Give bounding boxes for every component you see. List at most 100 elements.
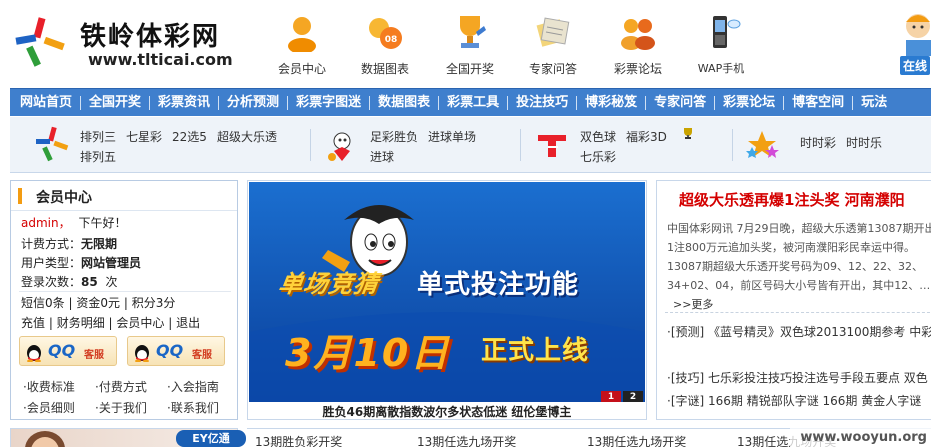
banner-date: 3月10日 <box>285 331 451 375</box>
banner-page-1[interactable]: 1 <box>601 391 621 402</box>
bottom-tab[interactable]: 13期胜负彩开奖 <box>255 433 342 447</box>
bottom-ad-badge: EY亿通 <box>176 430 246 447</box>
divider <box>665 312 931 313</box>
member-stat[interactable]: 短信0条 <box>21 296 65 310</box>
main-nav-item[interactable]: 投注技巧 <box>508 89 576 117</box>
banner-page-2[interactable]: 2 <box>623 391 643 402</box>
main-nav-item[interactable]: 全国开奖 <box>81 89 149 117</box>
subnav-links: 双色球 福彩3D 七乐彩 <box>580 127 677 167</box>
logo-mark-icon <box>15 17 65 67</box>
member-action-link[interactable]: 退出 <box>176 316 200 330</box>
main-nav-item[interactable]: 彩票资讯 <box>150 89 218 117</box>
lottery-type-link[interactable]: 排列五 <box>80 150 116 164</box>
site-logo[interactable]: 铁岭体彩网 www.tlticai.com <box>10 10 250 74</box>
member-info-link-label: 收费标准 <box>26 380 75 394</box>
lottery-category-nav: 排列三 七星彩 22选5 超级大乐透 排列五 足彩胜负 进球单场 进球 双色球 福彩3D … <box>10 117 931 173</box>
main-nav-item[interactable]: 博彩秘笈 <box>577 89 645 117</box>
news-summary-text: 中国体彩网讯 7月29日晚，超级大乐透第13087期开出1注800万元追加头奖，… <box>667 222 931 292</box>
lottery-type-link[interactable]: 时时彩 <box>800 136 836 150</box>
member-stat-unit: 分 <box>163 296 176 310</box>
page: 铁岭体彩网 www.tlticai.com 会员中心 08 数据图表 全国开奖 … <box>0 0 931 447</box>
member-stat-label: 资金 <box>76 296 101 310</box>
member-stat-label: 短信 <box>21 296 46 310</box>
online-service-badge[interactable]: 在线 <box>898 10 931 75</box>
svg-text:08: 08 <box>385 35 398 45</box>
main-nav-item[interactable]: 彩票论坛 <box>715 89 783 117</box>
news-item[interactable]: ·[字谜] 166期 精锐部队字谜 166期 黄金人字谜 <box>667 392 921 410</box>
watermark: www.wooyun.org <box>790 428 931 447</box>
lottery-type-link[interactable]: 福彩3D <box>626 130 667 144</box>
member-info-link[interactable]: · 付费方式 <box>95 378 167 395</box>
lottery-type-link[interactable]: 足彩胜负 <box>370 130 418 144</box>
banner-caption[interactable]: 胜负46期离散指数波尔多状态低迷 纽伦堡博主 <box>248 403 646 421</box>
member-info-link[interactable]: · 会员细则 <box>23 399 95 416</box>
person-photo <box>25 431 65 447</box>
member-info-link[interactable]: · 入会指南 <box>167 378 239 395</box>
usertype-label: 用户类型： <box>21 256 82 270</box>
main-nav-item[interactable]: 数据图表 <box>370 89 438 117</box>
lottery-type-link[interactable]: 七星彩 <box>126 130 162 144</box>
news-more-link[interactable]: >>更多 <box>673 298 713 311</box>
qq-service-button[interactable]: QQ 客服 <box>19 336 117 366</box>
main-nav-item[interactable]: 彩票工具 <box>439 89 507 117</box>
topnav-member-center[interactable]: 会员中心 <box>267 12 337 78</box>
lottery-type-link[interactable]: 七乐彩 <box>580 150 616 164</box>
member-action-link[interactable]: 会员中心 <box>116 316 164 330</box>
member-action-link[interactable]: 财务明细 <box>57 316 105 330</box>
topnav-data-charts[interactable]: 08 数据图表 <box>350 12 420 78</box>
username[interactable]: admin <box>21 216 59 230</box>
member-info-link-label: 联系我们 <box>170 401 219 415</box>
lottery-type-link[interactable]: 进球 <box>370 150 394 164</box>
welfare-lottery-logo-icon <box>538 135 566 157</box>
main-nav-item[interactable]: 网站首页 <box>10 89 80 117</box>
member-stat[interactable]: 资金0元 <box>76 296 120 310</box>
member-action-link[interactable]: 充值 <box>21 316 45 330</box>
banner-image[interactable]: 单场竞猜 单式投注功能 3月10日 正式上线 1 2 <box>249 182 645 402</box>
subnav-group-high-frequency: 时时彩 时时乐 <box>742 125 931 165</box>
topnav-expert-qa[interactable]: 专家问答 <box>518 12 588 78</box>
main-nav-item[interactable]: 彩票字图迷 <box>288 89 369 117</box>
member-stat[interactable]: 积分3分 <box>132 296 176 310</box>
banner-launch-text: 正式上线 <box>481 336 590 366</box>
bottom-tab[interactable]: 13期任选九场开奖 <box>587 433 686 447</box>
lottery-type-link[interactable]: 进球单场 <box>428 130 476 144</box>
logins-unit: 次 <box>105 275 118 289</box>
lottery-type-link[interactable]: 22选5 <box>172 130 207 144</box>
topnav-lottery-forum[interactable]: 彩票论坛 <box>603 12 673 78</box>
qq-label: QQ <box>48 341 76 360</box>
subnav-group-sports-lottery: 排列三 七星彩 22选5 超级大乐透 排列五 <box>32 125 302 165</box>
news-item[interactable]: ·[预测] 《蓝号精灵》双色球2013100期参考 中彩猫 <box>667 323 931 341</box>
topnav-label: 数据图表 <box>360 62 409 76</box>
member-links-row-2: · 会员细则 · 关于我们 · 联系我们 <box>23 399 239 416</box>
news-item[interactable]: ·[技巧] 七乐彩投注技巧投注选号手段五要点 双色 <box>667 369 928 387</box>
subnav-links: 足彩胜负 进球单场 进球 <box>370 127 486 167</box>
topnav-wap-mobile[interactable]: WAP手机 <box>686 12 756 78</box>
member-info-link[interactable]: · 联系我们 <box>167 399 239 416</box>
lottery-type-link[interactable]: 排列三 <box>80 130 116 144</box>
bottom-tab[interactable]: 13期任选九场开奖 <box>417 433 516 447</box>
qq-label: QQ <box>156 341 184 360</box>
qq-service-button[interactable]: QQ 客服 <box>127 336 225 366</box>
main-nav-item[interactable]: 玩法 <box>853 89 895 117</box>
member-stat-label: 积分 <box>131 296 156 310</box>
main-nav-item[interactable]: 专家问答 <box>646 89 714 117</box>
member-info-link[interactable]: · 收费标准 <box>23 378 95 395</box>
lottery-type-link[interactable]: 双色球 <box>580 130 616 144</box>
bottom-ad-area[interactable]: EY亿通 <box>10 428 246 447</box>
service-avatar-icon <box>906 14 931 56</box>
logins-label: 登录次数： <box>21 275 82 289</box>
lottery-type-link[interactable]: 超级大乐透 <box>217 130 277 144</box>
divider <box>520 129 521 161</box>
topnav-national-draw[interactable]: 全国开奖 <box>435 12 505 78</box>
news-headline[interactable]: 超级大乐透再爆1注头奖 河南濮阳 <box>679 189 905 210</box>
main-nav: 网站首页 全国开奖 彩票资讯 分析预测 彩票字图迷 数据图表 彩票工具 投注技巧 博彩秘笈 专家问… <box>10 88 931 116</box>
news-summary: 中国体彩网讯 7月29日晚，超级大乐透第13087期开出1注800万元追加头奖，… <box>667 219 931 314</box>
member-info-link[interactable]: · 关于我们 <box>95 399 167 416</box>
promo-banner[interactable]: 单场竞猜 单式投注功能 3月10日 正式上线 1 2 胜负46期离散指数波尔多状… <box>247 180 647 420</box>
main-nav-item[interactable]: 博客空间 <box>784 89 852 117</box>
logo-chinese-text: 铁岭体彩网 <box>80 22 221 52</box>
lottery-type-link[interactable]: 时时乐 <box>846 136 882 150</box>
main-nav-item[interactable]: 分析预测 <box>219 89 287 117</box>
member-stat-unit: 元 <box>108 296 121 310</box>
member-links-row-1: · 收费标准 · 付费方式 · 入会指南 <box>23 378 239 395</box>
